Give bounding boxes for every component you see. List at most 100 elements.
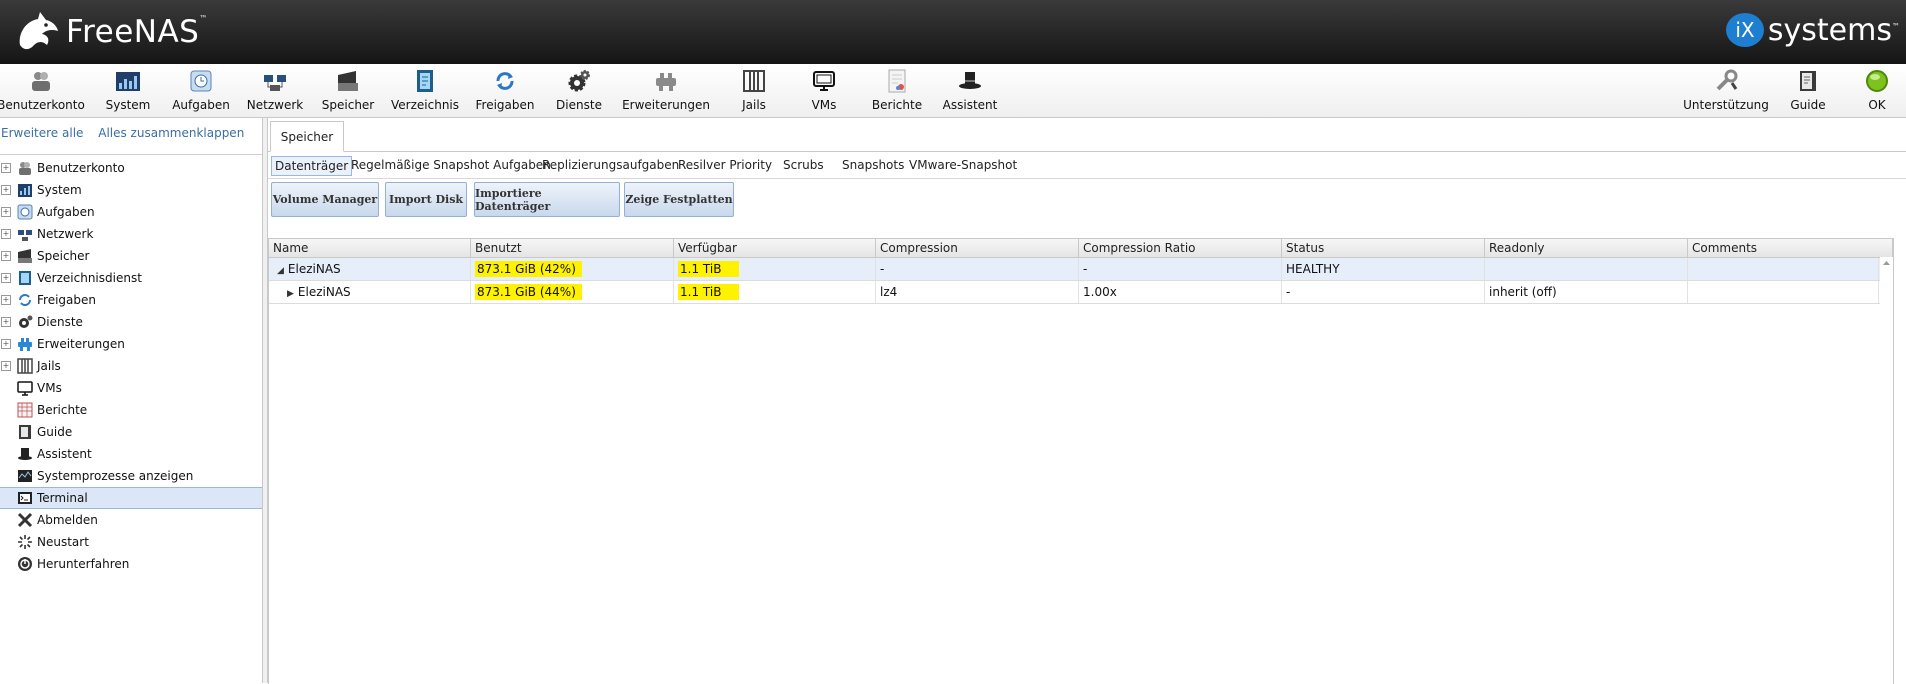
tree-item-benutzerkonto[interactable]: + Benutzerkonto bbox=[0, 157, 262, 178]
column-header-compression-ratio[interactable]: Compression Ratio bbox=[1079, 239, 1282, 257]
subtab-scrubs[interactable]: Scrubs bbox=[780, 156, 827, 174]
import-disk-button[interactable]: Import Disk bbox=[385, 182, 467, 217]
expand-toggle-icon[interactable]: + bbox=[1, 228, 11, 239]
tree-item-systemprozesse[interactable]: Systemprozesse anzeigen bbox=[0, 465, 262, 486]
column-header-compression[interactable]: Compression bbox=[876, 239, 1079, 257]
tree-item-label: Benutzerkonto bbox=[37, 160, 125, 175]
expand-toggle-icon[interactable]: + bbox=[1, 162, 11, 173]
tree-item-system[interactable]: + System bbox=[0, 179, 262, 200]
subtab-replication[interactable]: Replizierungsaufgaben bbox=[539, 156, 682, 174]
tree-item-label: Aufgaben bbox=[37, 204, 95, 219]
collapse-all-link[interactable]: Alles zusammenklappen bbox=[98, 126, 244, 140]
expand-toggle-icon[interactable]: + bbox=[1, 316, 11, 327]
tree-item-aufgaben[interactable]: + Aufgaben bbox=[0, 201, 262, 222]
shares-icon bbox=[492, 69, 518, 93]
toolbar-aufgaben[interactable]: Aufgaben bbox=[172, 69, 230, 115]
toolbar-label: Verzeichnis bbox=[391, 98, 460, 112]
cell-comments bbox=[1688, 281, 1879, 303]
wizard-hat-icon bbox=[17, 446, 33, 462]
tree-item-berichte[interactable]: Berichte bbox=[0, 399, 262, 420]
toolbar-guide[interactable]: Guide bbox=[1790, 69, 1826, 115]
tree-item-dienste[interactable]: + Dienste bbox=[0, 311, 262, 332]
tree-item-neustart[interactable]: Neustart bbox=[0, 531, 262, 552]
tree-item-speicher[interactable]: + Speicher bbox=[0, 245, 262, 266]
tree-item-netzwerk[interactable]: + Netzwerk bbox=[0, 223, 262, 244]
toolbar-unterstuetzung[interactable]: Unterstützung bbox=[1683, 69, 1769, 115]
toolbar-speicher[interactable]: Speicher bbox=[322, 69, 374, 115]
expand-toggle-icon[interactable]: + bbox=[1, 184, 11, 195]
volume-manager-button[interactable]: Volume Manager bbox=[271, 182, 379, 217]
toolbar-benutzerkonto[interactable]: Benutzerkonto bbox=[0, 69, 85, 115]
expand-toggle-icon[interactable]: + bbox=[1, 294, 11, 305]
volume-row[interactable]: ◢ EleziNAS 873.1 GiB (42%) 1.1 TiB - - HE… bbox=[269, 258, 1893, 281]
toolbar-erweiterungen[interactable]: Erweiterungen bbox=[622, 69, 710, 115]
import-volume-button[interactable]: Importiere Datenträger bbox=[474, 182, 620, 217]
toolbar-label: Unterstützung bbox=[1683, 98, 1769, 112]
tree-item-herunterfahren[interactable]: Herunterfahren bbox=[0, 553, 262, 574]
expand-toggle-icon[interactable]: + bbox=[1, 206, 11, 217]
volumes-grid: Name Benutzt Verfügbar Compression Compr… bbox=[268, 238, 1894, 684]
column-header-used[interactable]: Benutzt bbox=[471, 239, 674, 257]
system-chart-icon bbox=[17, 182, 33, 198]
grid-header: Name Benutzt Verfügbar Compression Compr… bbox=[269, 239, 1893, 258]
column-header-comments[interactable]: Comments bbox=[1688, 239, 1893, 257]
tree-item-vms[interactable]: VMs bbox=[0, 377, 262, 398]
subtab-datentraeger[interactable]: Datenträger bbox=[271, 156, 353, 176]
subtab-resilver-priority[interactable]: Resilver Priority bbox=[675, 156, 775, 174]
tree-item-abmelden[interactable]: Abmelden bbox=[0, 509, 262, 530]
column-header-name[interactable]: Name bbox=[269, 239, 471, 257]
tree-item-guide[interactable]: Guide bbox=[0, 421, 262, 442]
expand-toggle-icon[interactable]: + bbox=[1, 250, 11, 261]
scroll-up-arrow-icon[interactable] bbox=[1880, 258, 1893, 268]
collapse-caret-icon[interactable]: ◢ bbox=[277, 260, 284, 282]
subtab-vmware-snapshot[interactable]: VMware-Snapshot bbox=[906, 156, 1020, 174]
toolbar-assistent[interactable]: Assistent bbox=[942, 69, 998, 115]
vms-monitor-icon bbox=[17, 380, 33, 396]
tree-item-jails[interactable]: + Jails bbox=[0, 355, 262, 376]
subtab-snapshots[interactable]: Snapshots bbox=[839, 156, 907, 174]
tree-item-label: Berichte bbox=[37, 402, 88, 417]
tree-item-verzeichnisdienst[interactable]: + Verzeichnisdienst bbox=[0, 267, 262, 288]
expand-caret-icon[interactable]: ▶ bbox=[287, 283, 294, 305]
cell-readonly bbox=[1485, 258, 1688, 280]
reports-icon bbox=[17, 402, 33, 418]
column-header-readonly[interactable]: Readonly bbox=[1485, 239, 1688, 257]
view-disks-button[interactable]: Zeige Festplatten bbox=[624, 182, 734, 217]
grid-scrollbar[interactable] bbox=[1880, 257, 1893, 684]
expand-toggle-icon[interactable]: + bbox=[1, 338, 11, 349]
guide-book-icon bbox=[17, 424, 33, 440]
toolbar-dienste[interactable]: Dienste bbox=[554, 69, 604, 115]
toolbar-label: Benutzerkonto bbox=[0, 98, 85, 112]
dataset-row[interactable]: ▶ EleziNAS 873.1 GiB (44%) 1.1 TiB lz4 1.… bbox=[269, 281, 1893, 304]
app-header: FreeNAS™ iX systems™ bbox=[0, 0, 1906, 64]
subtab-periodic-snapshots[interactable]: Regelmäßige Snapshot Aufgaben bbox=[348, 156, 554, 174]
column-header-status[interactable]: Status bbox=[1282, 239, 1485, 257]
toolbar-vms[interactable]: VMs bbox=[808, 69, 840, 115]
processes-icon bbox=[17, 468, 33, 484]
terminal-icon bbox=[17, 490, 33, 506]
toolbar-jails[interactable]: Jails bbox=[736, 69, 772, 115]
tree-item-terminal[interactable]: Terminal bbox=[0, 487, 262, 509]
used-value-highlighted: 873.1 GiB (42%) bbox=[475, 261, 582, 277]
tasks-clock-icon bbox=[188, 69, 214, 93]
expand-all-link[interactable]: Erweitere alle bbox=[1, 126, 83, 140]
toolbar-berichte[interactable]: Berichte bbox=[872, 69, 922, 115]
tree-item-label: System bbox=[37, 182, 82, 197]
tree-item-label: Systemprozesse anzeigen bbox=[37, 468, 194, 483]
tab-speicher[interactable]: Speicher bbox=[270, 121, 344, 152]
tree-item-assistent[interactable]: Assistent bbox=[0, 443, 262, 464]
ixsystems-logo: iX systems™ bbox=[1725, 10, 1900, 50]
expand-toggle-icon[interactable]: + bbox=[1, 360, 11, 371]
tree-item-freigaben[interactable]: + Freigaben bbox=[0, 289, 262, 310]
tree-item-label: Erweiterungen bbox=[37, 336, 125, 351]
expand-toggle-icon[interactable]: + bbox=[1, 272, 11, 283]
toolbar-alert-ok[interactable]: OK bbox=[1862, 69, 1892, 115]
toolbar-netzwerk[interactable]: Netzwerk bbox=[246, 69, 304, 115]
column-header-available[interactable]: Verfügbar bbox=[674, 239, 876, 257]
vendor-ix-text: iX bbox=[1735, 18, 1755, 42]
reboot-spinner-icon bbox=[17, 534, 33, 550]
tree-item-erweiterungen[interactable]: + Erweiterungen bbox=[0, 333, 262, 354]
toolbar-freigaben[interactable]: Freigaben bbox=[476, 69, 535, 115]
toolbar-system[interactable]: System bbox=[104, 69, 152, 115]
toolbar-verzeichnis[interactable]: Verzeichnis bbox=[391, 69, 460, 115]
